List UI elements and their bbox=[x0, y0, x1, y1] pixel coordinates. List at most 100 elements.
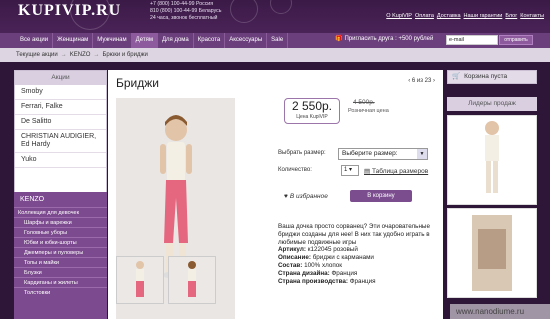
price: 2 550р. bbox=[291, 99, 333, 113]
decor-circle bbox=[230, 0, 258, 23]
phone-numbers: +7 (800) 100-44-99 Россия 810 (800) 100-… bbox=[150, 1, 221, 22]
spec-row: Страна производства: Франция bbox=[278, 278, 438, 286]
ruler-icon: ▤ bbox=[364, 168, 371, 175]
send-button[interactable]: отправить bbox=[499, 35, 533, 45]
cart-status: Корзина пуста bbox=[464, 73, 508, 80]
breadcrumb-arrow-icon: → bbox=[60, 52, 67, 58]
breadcrumb-item[interactable]: Текущие акции bbox=[16, 52, 58, 58]
size-select-value: Выберите размер: bbox=[342, 150, 398, 157]
nav-item-all[interactable]: Все акции bbox=[0, 33, 54, 48]
spec-label: Артикул: bbox=[278, 246, 306, 254]
spec-row: Страна дизайна: Франция bbox=[278, 270, 438, 278]
cart-icon: 🛒 bbox=[452, 73, 461, 80]
category-item[interactable]: Кардиганы и жилеты bbox=[14, 277, 107, 287]
gift-icon: 🎁 bbox=[335, 36, 343, 42]
top-link-about[interactable]: О KupiVIP bbox=[386, 13, 412, 19]
top-links: О KupiVIP Оплата Доставка Наши гарантии … bbox=[386, 13, 544, 19]
size-table-link[interactable]: ▤ Таблица размеров bbox=[364, 167, 428, 175]
sidebar-item[interactable]: CHRISTIAN AUDIGIER, Ed Hardy bbox=[15, 130, 106, 153]
cart-widget[interactable]: 🛒 Корзина пуста bbox=[447, 70, 537, 84]
category-item[interactable]: Блузки bbox=[14, 267, 107, 277]
spec-value: Франция bbox=[349, 277, 376, 285]
breadcrumb: Текущие акции → KENZO → Брюки и бриджи bbox=[0, 48, 550, 62]
product-description: Ваша дочка просто сорванец? Эти очароват… bbox=[278, 223, 438, 285]
price-label: Цена KupiVIP bbox=[296, 114, 328, 120]
quantity-select[interactable]: 1 ▾ bbox=[341, 165, 359, 176]
invite-text: Пригласить друга : +500 рублей bbox=[344, 35, 434, 42]
product-title: Бриджи bbox=[116, 76, 159, 90]
nav-item-kids[interactable]: Детям bbox=[131, 33, 158, 48]
size-select[interactable]: Выберите размер: ▼ bbox=[338, 148, 428, 160]
spec-value: 100% хлопок bbox=[304, 261, 343, 269]
spec-label: Описание: bbox=[278, 254, 311, 262]
favorite-text: В избранное bbox=[289, 193, 328, 200]
bestsellers-heading: Лидеры продаж bbox=[447, 97, 537, 111]
favorite-link[interactable]: ♥ В избранное bbox=[284, 193, 328, 200]
right-column: 🛒 Корзина пуста Лидеры продаж bbox=[447, 70, 537, 319]
spec-value: бриджи с карманами bbox=[312, 254, 374, 262]
invite-friend[interactable]: 🎁 Пригласить друга : +500 рублей bbox=[335, 35, 434, 43]
header-bar: KUPIVIP.RU +7 (800) 100-44-99 Россия 810… bbox=[0, 0, 550, 33]
phone-belarus: 810 (800) 100-44-99 Беларусь bbox=[150, 8, 222, 14]
spec-label: Страна дизайна: bbox=[278, 269, 330, 277]
size-table-text: Таблица размеров bbox=[371, 168, 429, 175]
spec-label: Состав: bbox=[278, 261, 303, 269]
bestseller-item[interactable] bbox=[447, 208, 537, 298]
sidebar-heading: Акции bbox=[15, 71, 106, 85]
product-thumbnail[interactable] bbox=[116, 256, 164, 304]
breadcrumb-item[interactable]: KENZO bbox=[70, 52, 91, 58]
size-label: Выбрать размер: bbox=[278, 150, 326, 156]
spec-value: Франция bbox=[331, 269, 358, 277]
bestseller-image bbox=[472, 215, 512, 291]
decor-circle bbox=[270, 0, 292, 14]
nav-item-men[interactable]: Мужчинам bbox=[93, 33, 132, 48]
category-item[interactable]: Топы и майки bbox=[14, 257, 107, 267]
description-text: Ваша дочка просто сорванец? Эти очароват… bbox=[278, 223, 430, 246]
product-thumbnail[interactable] bbox=[168, 256, 216, 304]
breadcrumb-item: Брюки и бриджи bbox=[102, 52, 148, 58]
nav-item-women[interactable]: Женщинам bbox=[53, 33, 94, 48]
bestseller-image bbox=[485, 121, 499, 193]
spec-row: Состав: 100% хлопок bbox=[278, 262, 438, 270]
sidebar-item[interactable]: Smoby bbox=[15, 85, 106, 100]
spec-value: к122045 розовый bbox=[307, 246, 358, 254]
product-pager[interactable]: ‹ 6 из 23 › bbox=[408, 78, 435, 84]
spec-row: Описание: бриджи с карманами bbox=[278, 254, 438, 262]
qty-label: Количество: bbox=[278, 167, 312, 173]
sidebar-item[interactable]: Yuko bbox=[15, 153, 106, 168]
heart-icon: ♥ bbox=[284, 193, 288, 200]
chevron-down-icon: ▼ bbox=[417, 149, 427, 159]
category-item[interactable]: Головные уборы bbox=[14, 227, 107, 237]
category-item[interactable]: Толстовки bbox=[14, 287, 107, 297]
thumb-image bbox=[188, 261, 196, 297]
add-to-cart-button[interactable]: В корзину bbox=[350, 190, 412, 202]
top-link-blog[interactable]: Блог bbox=[505, 13, 517, 19]
top-link-contacts[interactable]: Контакты bbox=[520, 13, 544, 19]
email-input[interactable]: e-mail bbox=[446, 35, 498, 45]
top-link-payment[interactable]: Оплата bbox=[415, 13, 434, 19]
sidebar-item[interactable]: Ferrari, Falke bbox=[15, 100, 106, 115]
nav-item-home[interactable]: Для дома bbox=[158, 33, 194, 48]
sidebar-item[interactable]: De Salitto bbox=[15, 115, 106, 130]
sidebar-kenzo: KENZO Коллекция для девочек Шарфы и варе… bbox=[14, 192, 107, 319]
top-link-delivery[interactable]: Доставка bbox=[437, 13, 461, 19]
thumb-image bbox=[136, 261, 144, 297]
price-box: 2 550р. Цена KupiVIP bbox=[284, 98, 340, 124]
category-item[interactable]: Шарфы и варежки bbox=[14, 217, 107, 227]
pager-text: 6 из 23 bbox=[411, 78, 432, 84]
watermark-text: www.nanodiume.ru bbox=[450, 304, 550, 319]
nav-item-beauty[interactable]: Красота bbox=[194, 33, 226, 48]
bestseller-item[interactable] bbox=[447, 115, 537, 205]
top-link-guarantee[interactable]: Наши гарантии bbox=[464, 13, 503, 19]
site-logo[interactable]: KUPIVIP.RU bbox=[18, 2, 121, 20]
breadcrumb-arrow-icon: → bbox=[93, 52, 100, 58]
category-item[interactable]: Коллекция для девочек bbox=[14, 207, 107, 217]
kenzo-title[interactable]: KENZO bbox=[14, 192, 107, 207]
category-item[interactable]: Джемперы и пуловеры bbox=[14, 247, 107, 257]
nav-item-accessories[interactable]: Аксессуары bbox=[225, 33, 268, 48]
phone-russia: +7 (800) 100-44-99 Россия bbox=[150, 1, 214, 7]
category-item[interactable]: Юбки и юбки-шорты bbox=[14, 237, 107, 247]
spec-label: Страна производства: bbox=[278, 277, 348, 285]
phone-note: 24 часа, звонок бесплатный bbox=[150, 15, 218, 21]
nav-item-sale[interactable]: Sale bbox=[267, 33, 289, 48]
